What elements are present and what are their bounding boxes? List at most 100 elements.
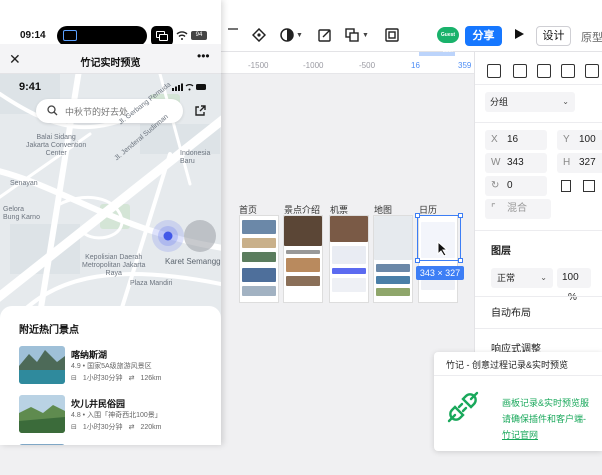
corner-radius-value: 混合	[507, 203, 527, 214]
map-label: Karet Semanggi	[165, 257, 221, 266]
align-right-icon[interactable]	[537, 64, 551, 78]
ruler-tick: 16	[411, 61, 420, 70]
inner-status-time: 9:41	[19, 81, 42, 93]
spot-name: 喀纳斯湖	[71, 350, 108, 360]
avatar[interactable]: Guest user	[437, 27, 459, 54]
layer-type-select[interactable]: 分组 ⌄	[485, 92, 575, 112]
blend-mode-select[interactable]: 正常 ⌄	[491, 268, 553, 288]
y-field[interactable]: Y 100	[557, 130, 602, 150]
plugin-notification: 竹记 - 创意过程记录&实时预览 画板记录&实时预览服 请确保插件和客户端- 竹…	[434, 352, 602, 451]
tab-prototype[interactable]: 原型	[581, 29, 602, 45]
map-label: Senayan	[10, 180, 38, 187]
ruler-tick: -1500	[248, 61, 269, 70]
frame-thumbnail-home[interactable]	[239, 215, 279, 303]
screen-mirror-icon	[151, 26, 173, 46]
x-field[interactable]: X 16	[485, 130, 547, 150]
chevron-down-icon: ⌄	[562, 97, 569, 106]
divider	[475, 296, 602, 297]
y-label: Y	[563, 134, 570, 145]
resize-handle[interactable]	[458, 213, 463, 218]
route-icon: ⇄	[128, 424, 135, 431]
width-label: W	[491, 157, 501, 168]
width-value: 343	[507, 157, 524, 168]
spot-thumbnail	[19, 395, 65, 433]
resize-handle[interactable]	[458, 258, 463, 263]
list-item[interactable]: 喀纳斯湖 4.9 • 国家5A级旅游风景区 ⊟ 1小时30分钟 ⇄ 126km	[19, 346, 219, 390]
frame-icon[interactable]	[383, 26, 401, 44]
x-value: 16	[507, 134, 519, 145]
flip-vertical-icon[interactable]	[583, 180, 595, 192]
spot-info: ⊟ 1小时30分钟 ⇄ 220km	[71, 422, 167, 432]
height-field[interactable]: H 327	[557, 153, 602, 173]
map-label: Kepolisian Daerah Metropolitan Jakarta R…	[82, 254, 146, 277]
align-center-icon[interactable]	[513, 64, 527, 78]
list-item[interactable]: 坎儿井民俗园 4.8 • 入围「神奇西北100景」 ⊟ 1小时30分钟 ⇄ 220km	[19, 395, 219, 439]
notification-line: 请确保插件和客户端-	[502, 414, 586, 424]
car-icon: ⊟	[71, 375, 77, 382]
bottom-sheet: 附近热门景点 喀纳斯湖 4.9 • 国家5A级旅游风景区 ⊟ 1小时30分钟 ⇄ 12…	[0, 306, 221, 445]
spot-info: ⊟ 1小时30分钟 ⇄ 126km	[71, 373, 167, 383]
text-tool-icon[interactable]	[224, 26, 242, 44]
selection-dimensions-badge: 343 × 327	[416, 266, 464, 280]
notification-title: 竹记 - 创意过程记录&实时预览	[446, 360, 569, 370]
website-link[interactable]: 竹记官网	[502, 428, 538, 441]
opacity-unit: %	[568, 292, 577, 303]
dynamic-island	[57, 26, 147, 46]
tab-design[interactable]: 设计	[536, 26, 571, 46]
spot-meta: 4.9 • 国家5A级旅游风景区	[71, 363, 152, 370]
align-top-icon[interactable]	[561, 64, 575, 78]
resize-handle[interactable]	[415, 258, 420, 263]
rotation-field[interactable]: ↻ 0	[485, 176, 547, 196]
layer-type-value: 分组	[490, 97, 509, 107]
status-time: 09:14	[20, 30, 46, 41]
map-label: Balai Sidang Jakarta Convention Center	[26, 134, 87, 157]
list-item-partial[interactable]	[19, 444, 65, 445]
phone-preview-window: 09:14 94 ✕ 竹记实时预览 ••• 9:41 中秋节的好去处 Balai…	[0, 0, 221, 445]
notification-line: 画板记录&实时预览服	[502, 398, 590, 408]
contrast-icon[interactable]	[278, 26, 296, 44]
align-middle-icon[interactable]	[585, 64, 599, 78]
frame-thumbnail-map[interactable]	[373, 215, 413, 303]
spot-meta: 4.8 • 入围「神奇西北100景」	[71, 412, 162, 419]
share-icon[interactable]	[194, 105, 206, 117]
boolean-ops-icon[interactable]	[343, 26, 361, 44]
height-label: H	[563, 157, 571, 168]
height-value: 327	[579, 157, 596, 168]
auto-layout-title[interactable]: 自动布局	[491, 304, 531, 319]
flip-horizontal-icon[interactable]	[561, 180, 571, 192]
share-button[interactable]: 分享	[465, 26, 502, 46]
ruler-selection-range	[419, 52, 455, 56]
y-value: 100	[579, 134, 596, 145]
resize-handle[interactable]	[415, 213, 420, 218]
spot-distance: 126km	[140, 375, 162, 382]
play-icon[interactable]	[515, 29, 524, 39]
spot-travel-time: 1小时30分钟	[82, 375, 123, 382]
more-icon[interactable]: •••	[197, 49, 210, 63]
spot-distance: 220km	[140, 424, 162, 431]
width-field[interactable]: W 343	[485, 153, 547, 173]
corner-radius-field[interactable]: ⌜ 混合	[485, 199, 551, 219]
spot-travel-time: 1小时30分钟	[82, 424, 123, 431]
map-label: Plaza Mandiri	[130, 280, 173, 287]
chevron-down-icon[interactable]: ▼	[296, 32, 303, 39]
component-icon[interactable]	[250, 26, 268, 44]
search-placeholder: 中秋节的好去处	[65, 107, 129, 117]
chevron-down-icon[interactable]: ▼	[362, 32, 369, 39]
spot-thumbnail	[19, 346, 65, 384]
opacity-field[interactable]: 100 %	[557, 268, 591, 303]
align-left-icon[interactable]	[487, 64, 501, 78]
divider	[475, 230, 602, 231]
mini-program-navbar: ✕ 竹记实时预览 •••	[0, 44, 221, 74]
rotate-icon: ↻	[491, 180, 500, 191]
car-icon: ⊟	[71, 424, 77, 431]
frame-thumbnail-attraction[interactable]	[283, 215, 323, 303]
x-label: X	[491, 134, 498, 145]
blend-mode-value: 正常	[497, 273, 516, 283]
wifi-icon	[176, 31, 188, 40]
frame-thumbnail-flight[interactable]	[329, 215, 369, 303]
corner-radius-icon: ⌜	[491, 203, 496, 214]
divider	[475, 84, 602, 85]
ruler-tick: 359	[458, 61, 472, 70]
layer-section-title: 图层	[491, 246, 511, 257]
edit-icon[interactable]	[316, 26, 334, 44]
